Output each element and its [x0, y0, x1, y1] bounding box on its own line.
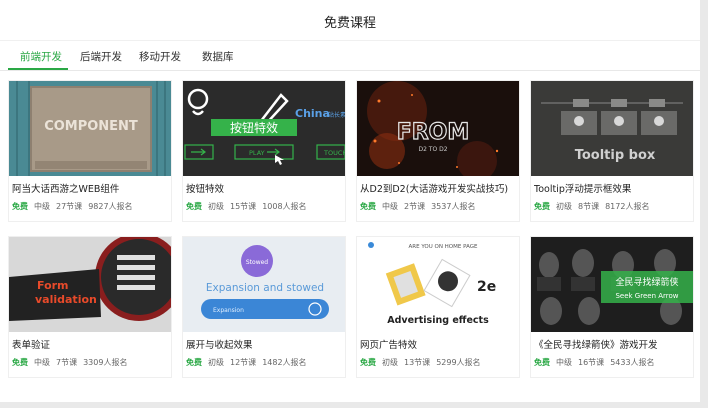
course-title: 网页广告特效: [360, 340, 418, 351]
course-enrolled: 8172人报名: [605, 202, 650, 211]
thumb-text: 按钮特效: [230, 120, 278, 135]
thumb-text: Form: [37, 279, 69, 292]
course-lessons: 15节课: [230, 202, 257, 211]
thumb-text: FROM: [397, 120, 470, 145]
active-tab-indicator: [8, 68, 68, 70]
thumb-text: Expansion and stowed: [206, 282, 324, 294]
form-validation-image: Form validation: [9, 237, 171, 332]
course-card[interactable]: 按钮特效 PLAY TOUCH China 站长素材 按钮特效 免费初级 15节课…: [182, 80, 346, 222]
thumb-text: 全民寻找绿箭侠: [615, 276, 678, 288]
course-level: 初级: [382, 358, 398, 367]
course-enrolled: 1008人报名: [262, 202, 307, 211]
course-card[interactable]: Form validation 表单验证 免费 中级 7节课 3309人报名: [8, 236, 172, 378]
expansion-stowed-image: Stowed Expansion and stowed Expansion: [183, 237, 345, 332]
rocket-button-image: 按钮特效 PLAY TOUCH China 站长素材: [183, 81, 345, 176]
course-lessons: 12节课: [230, 358, 257, 367]
tooltip-box-image: Tooltip box: [531, 81, 693, 176]
from-d2-image: FROM D2 TO D2: [357, 81, 519, 176]
course-level: 初级: [208, 202, 224, 211]
thumb-text: Tooltip box: [575, 148, 656, 163]
watermark-text-2: 站长素材: [328, 111, 345, 119]
free-badge: 免费: [186, 358, 202, 367]
course-title: 《全民寻找绿箭侠》游戏开发: [534, 340, 658, 351]
course-level: 初级: [556, 202, 572, 211]
thumb-pill: Expansion: [213, 307, 244, 314]
thumb-text-2: validation: [35, 293, 97, 306]
course-lessons: 13节课: [404, 358, 431, 367]
course-level: 中级: [556, 358, 572, 367]
thumb-top: ARE YOU ON HOME PAGE: [409, 244, 478, 250]
course-enrolled: 1482人报名: [262, 358, 307, 367]
course-enrolled: 3309人报名: [83, 358, 128, 367]
course-title: 从D2到D2(大话游戏开发实战技巧): [360, 184, 509, 195]
course-level: 中级: [382, 202, 398, 211]
course-enrolled: 9827人报名: [88, 202, 133, 211]
thumb-text: COMPONENT: [44, 119, 138, 134]
page-title: 免费课程: [323, 16, 376, 31]
free-badge: 免费: [534, 358, 550, 367]
course-lessons: 2节课: [404, 202, 426, 211]
free-badge: 免费: [186, 202, 202, 211]
tab-backend[interactable]: 后端开发: [80, 49, 122, 64]
free-badge: 免费: [534, 202, 550, 211]
free-badge: 免费: [12, 358, 28, 367]
course-title: 展开与收起效果: [186, 340, 253, 351]
component-sign-image: COMPONENT: [9, 81, 171, 176]
course-enrolled: 5299人报名: [436, 358, 481, 367]
tab-mobile[interactable]: 移动开发: [139, 49, 181, 64]
thumb-sub: Seek Green Arrow: [615, 292, 678, 300]
course-meta: 免费 中级 27节课 9827人报名: [12, 201, 139, 212]
course-meta: 免费 初级 15节课 1008人报名: [186, 201, 313, 212]
svg-text:2e: 2e: [477, 279, 496, 295]
course-card[interactable]: Tooltip box Tooltip浮动提示框效果 免费 初级 8节课 8172人报…: [530, 80, 694, 222]
course-meta: 免费 初级 13节课 5299人报名: [360, 357, 487, 368]
tab-database[interactable]: 数据库: [202, 49, 234, 64]
course-lessons: 8节课: [578, 202, 600, 211]
advertising-effects-image: ARE YOU ON HOME PAGE 2e Advertising effe…: [357, 237, 519, 332]
course-meta: 免费 初级 12节课 1482人报名: [186, 357, 313, 368]
thumb-sub: D2 TO D2: [418, 146, 447, 153]
free-badge: 免费: [12, 202, 28, 211]
course-lessons: 27节课: [56, 202, 83, 211]
course-level: 中级: [34, 358, 50, 367]
course-enrolled: 5433人报名: [610, 358, 655, 367]
green-arrow-image: 全民寻找绿箭侠 Seek Green Arrow: [531, 237, 693, 332]
course-card[interactable]: 全民寻找绿箭侠 Seek Green Arrow 《全民寻找绿箭侠》游戏开发 免…: [530, 236, 694, 378]
free-badge: 免费: [360, 202, 376, 211]
category-tabs: 前端开发 后端开发 移动开发 数据库: [0, 40, 700, 71]
course-card[interactable]: COMPONENT 阿当大话西游之WEB组件 免费 中级 27节课 9827人报名: [8, 80, 172, 222]
thumb-play: PLAY: [249, 149, 265, 157]
thumb-text: Advertising effects: [387, 315, 489, 326]
thumb-bubble: Stowed: [246, 259, 268, 266]
course-meta: 免费 中级 16节课 5433人报名: [534, 357, 661, 368]
course-title: Tooltip浮动提示框效果: [534, 184, 632, 195]
free-badge: 免费: [360, 358, 376, 367]
course-meta: 免费 中级 2节课 3537人报名: [360, 201, 481, 212]
course-level: 中级: [34, 202, 50, 211]
tab-frontend[interactable]: 前端开发: [20, 49, 62, 64]
course-lessons: 16节课: [578, 358, 605, 367]
course-title: 表单验证: [12, 340, 51, 351]
course-enrolled: 3537人报名: [431, 202, 476, 211]
course-panel: 免费课程 前端开发 后端开发 移动开发 数据库 COMPONENT 阿当大话西游…: [0, 0, 700, 402]
course-lessons: 7节课: [56, 358, 78, 367]
course-meta: 免费 初级 8节课 8172人报名: [534, 201, 655, 212]
course-card[interactable]: ARE YOU ON HOME PAGE 2e Advertising effe…: [356, 236, 520, 378]
watermark-text: China: [295, 107, 330, 120]
thumb-touch: TOUCH: [323, 149, 345, 157]
course-card[interactable]: Stowed Expansion and stowed Expansion 展开…: [182, 236, 346, 378]
course-meta: 免费 中级 7节课 3309人报名: [12, 357, 133, 368]
course-title: 阿当大话西游之WEB组件: [12, 184, 120, 195]
course-title: 按钮特效: [186, 184, 225, 195]
course-card[interactable]: FROM D2 TO D2 从D2到D2(大话游戏开发实战技巧) 免费 中级 2节课…: [356, 80, 520, 222]
course-level: 初级: [208, 358, 224, 367]
